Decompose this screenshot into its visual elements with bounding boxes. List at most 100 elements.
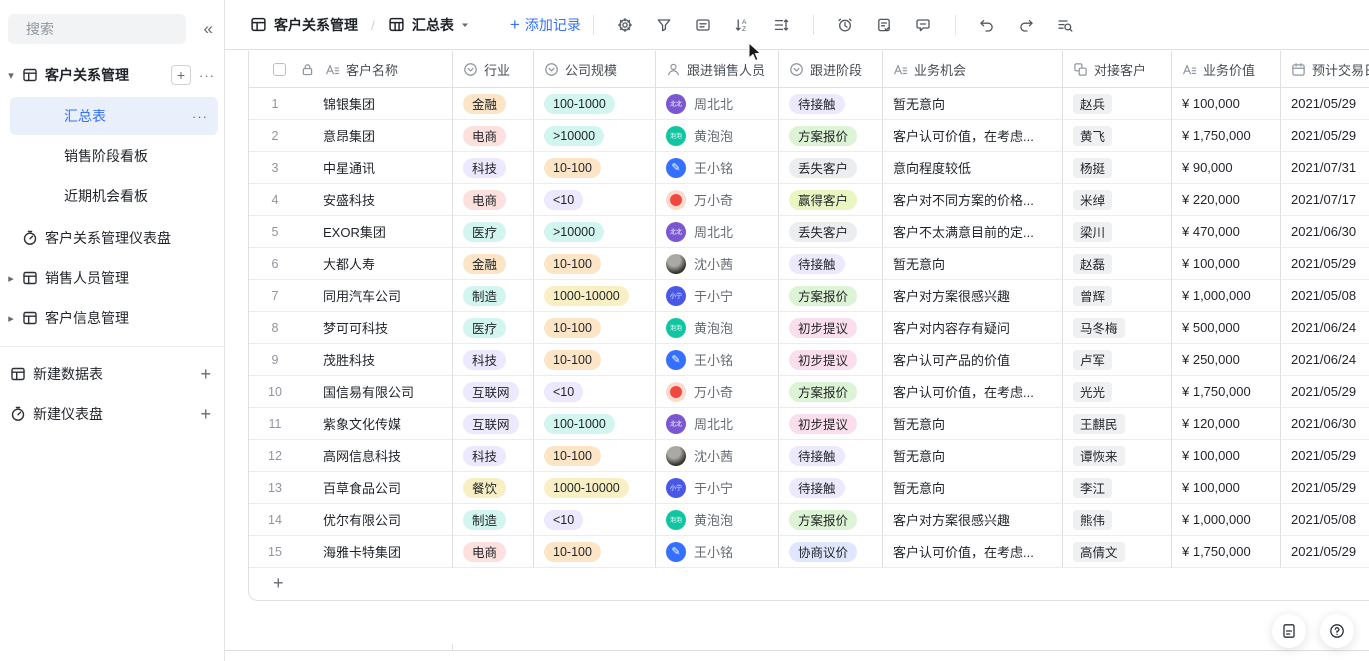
opportunity-cell[interactable]: 客户对方案很感兴趣 bbox=[883, 504, 1063, 536]
opportunity-cell[interactable]: 客户对内容存有疑问 bbox=[883, 312, 1063, 344]
stage-cell[interactable]: 方案报价 bbox=[779, 376, 883, 408]
search-box[interactable] bbox=[8, 14, 186, 44]
new-table-button[interactable]: 新建数据表 + bbox=[0, 354, 225, 394]
business-value-cell[interactable]: ¥ 1,750,000 bbox=[1172, 376, 1281, 408]
column-header[interactable]: 业务机会 bbox=[883, 51, 1063, 88]
customer-name-cell[interactable]: 11紫象文化传媒 bbox=[249, 408, 453, 440]
salesperson-cell[interactable]: ✎王小铭 bbox=[656, 344, 779, 376]
industry-cell[interactable]: 科技 bbox=[453, 440, 534, 472]
fields-config-icon[interactable] bbox=[695, 17, 711, 33]
business-value-cell[interactable]: ¥ 100,000 bbox=[1172, 440, 1281, 472]
opportunity-cell[interactable]: 暂无意向 bbox=[883, 248, 1063, 280]
deal-date-cell[interactable]: 2021/07/31 bbox=[1281, 152, 1369, 184]
customer-name-cell[interactable]: 14优尔有限公司 bbox=[249, 504, 453, 536]
sidebar-view-item[interactable]: 汇总表 ··· bbox=[10, 97, 218, 135]
settings-gear-icon[interactable] bbox=[617, 17, 633, 33]
opportunity-cell[interactable]: 客户认可价值，在考虑... bbox=[883, 376, 1063, 408]
sidebar-view-item[interactable]: 近期机会看板 bbox=[10, 177, 218, 215]
sidebar-item-sales-mgmt[interactable]: ▸ 销售人员管理 bbox=[0, 258, 225, 298]
salesperson-cell[interactable]: 沈小茜 bbox=[656, 440, 779, 472]
deal-date-cell[interactable]: 2021/05/08 bbox=[1281, 504, 1369, 536]
customer-name-cell[interactable]: 13百草食品公司 bbox=[249, 472, 453, 504]
plus-icon[interactable]: + bbox=[200, 364, 211, 385]
collapsed-caret-icon[interactable]: ▸ bbox=[0, 272, 22, 285]
customer-name-cell[interactable]: 7同用汽车公司 bbox=[249, 280, 453, 312]
add-record-button[interactable]: + 添加记录 bbox=[510, 15, 581, 35]
industry-cell[interactable]: 科技 bbox=[453, 344, 534, 376]
search-input[interactable] bbox=[24, 20, 148, 38]
industry-cell[interactable]: 医疗 bbox=[453, 312, 534, 344]
opportunity-cell[interactable]: 暂无意向 bbox=[883, 472, 1063, 504]
industry-cell[interactable]: 金融 bbox=[453, 88, 534, 120]
company-size-cell[interactable]: 10-100 bbox=[534, 536, 656, 568]
sort-icon[interactable]: AZ bbox=[734, 17, 750, 33]
add-view-button[interactable]: + bbox=[171, 65, 191, 85]
company-size-cell[interactable]: 100-1000 bbox=[534, 408, 656, 440]
business-value-cell[interactable]: ¥ 100,000 bbox=[1172, 248, 1281, 280]
stage-cell[interactable]: 方案报价 bbox=[779, 504, 883, 536]
salesperson-cell[interactable]: 沈小茜 bbox=[656, 248, 779, 280]
stage-cell[interactable]: 初步提议 bbox=[779, 344, 883, 376]
contact-cell[interactable]: 米绰 bbox=[1063, 184, 1172, 216]
search-records-icon[interactable] bbox=[1057, 17, 1073, 33]
deal-date-cell[interactable]: 2021/05/29 bbox=[1281, 248, 1369, 280]
company-size-cell[interactable]: 10-100 bbox=[534, 312, 656, 344]
company-size-cell[interactable]: <10 bbox=[534, 376, 656, 408]
contact-cell[interactable]: 曾辉 bbox=[1063, 280, 1172, 312]
select-all-checkbox[interactable] bbox=[273, 63, 286, 76]
industry-cell[interactable]: 电商 bbox=[453, 184, 534, 216]
workspace-row[interactable]: ▾ 客户关系管理 + ··· bbox=[0, 55, 225, 95]
business-value-cell[interactable]: ¥ 1,000,000 bbox=[1172, 504, 1281, 536]
salesperson-cell[interactable]: 泡泡黄泡泡 bbox=[656, 504, 779, 536]
alarm-icon[interactable] bbox=[837, 17, 853, 33]
contact-cell[interactable]: 赵兵 bbox=[1063, 88, 1172, 120]
company-size-cell[interactable]: <10 bbox=[534, 184, 656, 216]
business-value-cell[interactable]: ¥ 220,000 bbox=[1172, 184, 1281, 216]
company-size-cell[interactable]: 1000-10000 bbox=[534, 280, 656, 312]
stage-cell[interactable]: 方案报价 bbox=[779, 120, 883, 152]
contact-cell[interactable]: 卢军 bbox=[1063, 344, 1172, 376]
business-value-cell[interactable]: ¥ 100,000 bbox=[1172, 88, 1281, 120]
business-value-cell[interactable]: ¥ 90,000 bbox=[1172, 152, 1281, 184]
help-button[interactable] bbox=[1320, 614, 1354, 648]
row-height-icon[interactable] bbox=[773, 17, 789, 33]
customer-name-cell[interactable]: 15海雅卡特集团 bbox=[249, 536, 453, 568]
contact-cell[interactable]: 王麒民 bbox=[1063, 408, 1172, 440]
customer-name-cell[interactable]: 12高网信息科技 bbox=[249, 440, 453, 472]
deal-date-cell[interactable]: 2021/06/30 bbox=[1281, 216, 1369, 248]
company-size-cell[interactable]: 10-100 bbox=[534, 440, 656, 472]
sidebar-item-dashboard[interactable]: 客户关系管理仪表盘 bbox=[0, 218, 225, 258]
contact-cell[interactable]: 高倩文 bbox=[1063, 536, 1172, 568]
collapsed-caret-icon[interactable]: ▸ bbox=[0, 312, 22, 325]
column-header[interactable]: 客户名称 bbox=[249, 51, 453, 88]
salesperson-cell[interactable]: 小宁于小宁 bbox=[656, 280, 779, 312]
industry-cell[interactable]: 科技 bbox=[453, 152, 534, 184]
customer-name-cell[interactable]: 1锦银集团 bbox=[249, 88, 453, 120]
column-header[interactable]: 行业 bbox=[453, 51, 534, 88]
contact-cell[interactable]: 光光 bbox=[1063, 376, 1172, 408]
opportunity-cell[interactable]: 客户认可产品的价值 bbox=[883, 344, 1063, 376]
company-size-cell[interactable]: 10-100 bbox=[534, 152, 656, 184]
deal-date-cell[interactable]: 2021/05/29 bbox=[1281, 440, 1369, 472]
view-switcher-caret-icon[interactable] bbox=[460, 20, 470, 30]
opportunity-cell[interactable]: 客户认可价值，在考虑... bbox=[883, 120, 1063, 152]
filter-icon[interactable] bbox=[656, 17, 672, 33]
industry-cell[interactable]: 医疗 bbox=[453, 216, 534, 248]
business-value-cell[interactable]: ¥ 1,750,000 bbox=[1172, 536, 1281, 568]
opportunity-cell[interactable]: 客户认可价值，在考虑... bbox=[883, 536, 1063, 568]
stage-cell[interactable]: 初步提议 bbox=[779, 312, 883, 344]
salesperson-cell[interactable]: 万小奇 bbox=[656, 376, 779, 408]
industry-cell[interactable]: 制造 bbox=[453, 280, 534, 312]
industry-cell[interactable]: 制造 bbox=[453, 504, 534, 536]
opportunity-cell[interactable]: 客户不太满意目前的定... bbox=[883, 216, 1063, 248]
stage-cell[interactable]: 协商议价 bbox=[779, 536, 883, 568]
opportunity-cell[interactable]: 客户对不同方案的价格... bbox=[883, 184, 1063, 216]
contact-cell[interactable]: 赵磊 bbox=[1063, 248, 1172, 280]
breadcrumb-view[interactable]: 汇总表 bbox=[412, 15, 454, 35]
deal-date-cell[interactable]: 2021/05/29 bbox=[1281, 472, 1369, 504]
column-header[interactable]: 对接客户 bbox=[1063, 51, 1172, 88]
contact-cell[interactable]: 杨挺 bbox=[1063, 152, 1172, 184]
sidebar-item-customer-info[interactable]: ▸ 客户信息管理 bbox=[0, 298, 225, 338]
business-value-cell[interactable]: ¥ 1,000,000 bbox=[1172, 280, 1281, 312]
form-icon[interactable] bbox=[876, 17, 892, 33]
